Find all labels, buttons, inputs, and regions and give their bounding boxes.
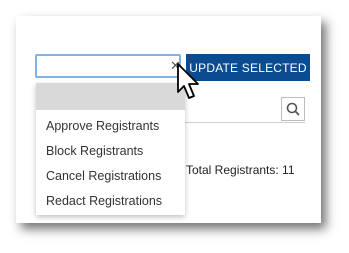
mouse-pointer-icon [177, 63, 199, 99]
dropdown-highlighted-empty-option[interactable] [36, 83, 185, 110]
total-registrants: Total Registrants: 11 [186, 163, 295, 177]
search-divider [185, 122, 305, 123]
search-icon [286, 102, 300, 116]
bulk-action-select[interactable] [35, 54, 181, 78]
option-cancel-registrations[interactable]: Cancel Registrations [46, 169, 161, 183]
option-approve-registrants[interactable]: Approve Registrants [46, 119, 159, 133]
option-block-registrants[interactable]: Block Registrants [46, 144, 143, 158]
option-redact-registrations[interactable]: Redact Registrations [46, 194, 162, 208]
search-button[interactable] [281, 97, 305, 121]
update-selected-button[interactable]: UPDATE SELECTED [186, 54, 310, 81]
bulk-action-dropdown: Approve Registrants Block Registrants Ca… [36, 83, 185, 215]
